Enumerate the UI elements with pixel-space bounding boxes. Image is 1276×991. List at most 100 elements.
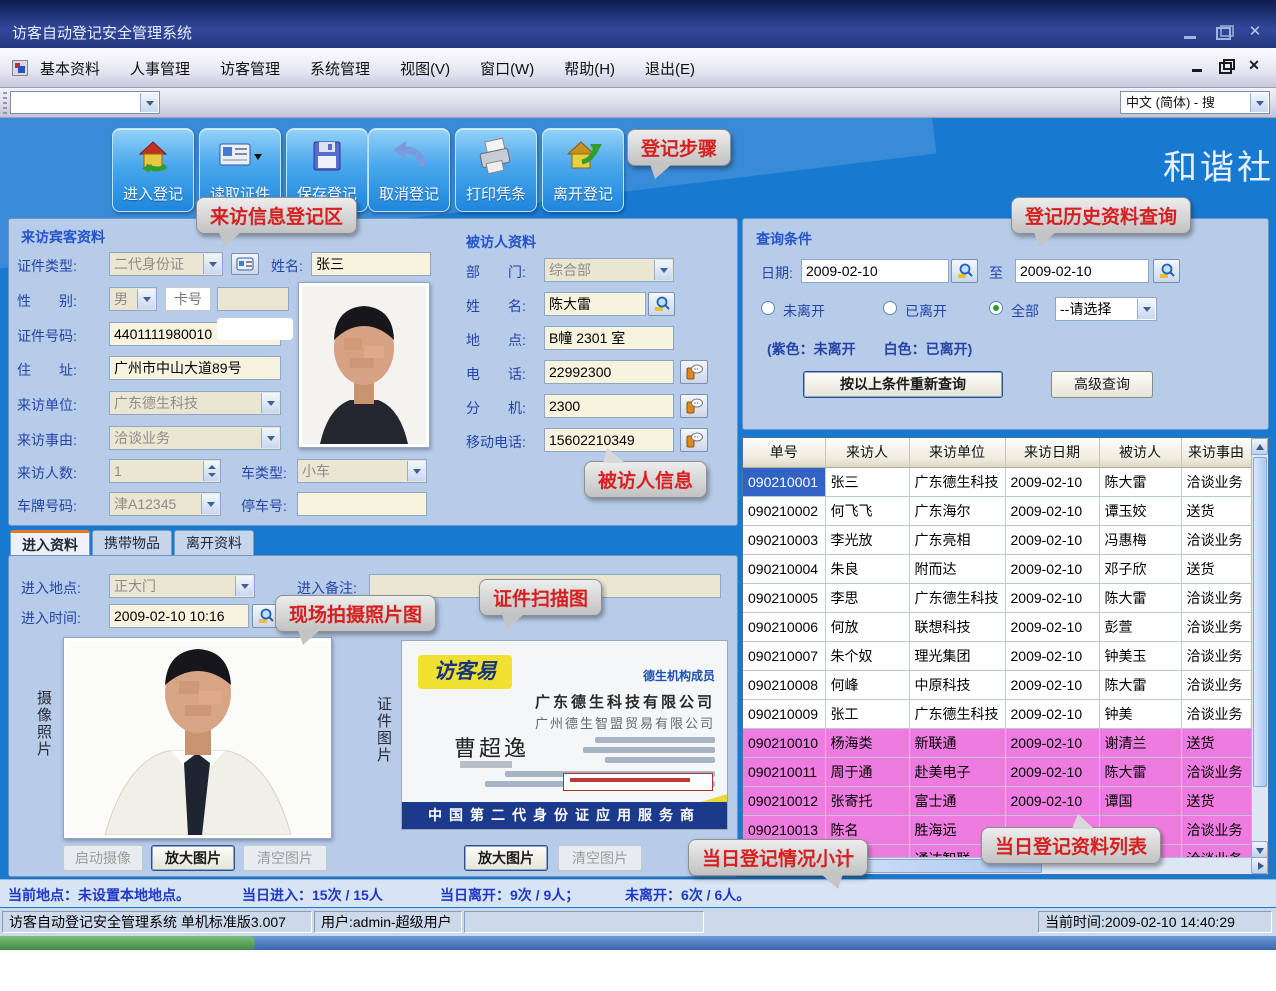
language-bar[interactable]: 中文 (简体) - 搜 [1120, 91, 1270, 114]
table-cell[interactable]: 2009-02-10 [1005, 496, 1099, 525]
table-cell[interactable]: 2009-02-10 [1005, 612, 1099, 641]
chevron-down-icon[interactable] [235, 576, 253, 596]
dial-mobile-button[interactable] [680, 428, 708, 452]
table-cell[interactable]: 广东德生科技 [909, 699, 1005, 728]
table-cell[interactable]: 090210011 [743, 757, 825, 786]
dept-combo[interactable]: 综合部 [544, 258, 674, 282]
table-cell[interactable]: 2009-02-10 [1005, 728, 1099, 757]
table-cell[interactable]: 中原科技 [909, 670, 1005, 699]
table-cell[interactable]: 附而达 [909, 554, 1005, 583]
table-cell[interactable]: 送货 [1181, 786, 1251, 815]
spinner-arrows-icon[interactable] [203, 461, 219, 481]
visitor-name-input[interactable]: 张三 [311, 252, 431, 276]
dial-ext-button[interactable] [680, 394, 708, 418]
table-cell[interactable]: 090210007 [743, 641, 825, 670]
window-restore-button[interactable] [1212, 24, 1234, 42]
cancel-register-button[interactable]: 取消登记 [368, 128, 450, 212]
date-from-input[interactable]: 2009-02-10 [801, 259, 949, 283]
column-header[interactable]: 来访人 [825, 438, 909, 467]
table-cell[interactable]: 赴美电子 [909, 757, 1005, 786]
table-cell[interactable]: 新联通 [909, 728, 1005, 757]
location-input[interactable]: B幢 2301 室 [544, 326, 674, 350]
table-cell[interactable]: 何飞飞 [825, 496, 909, 525]
requery-button[interactable]: 按以上条件重新查询 [803, 371, 1003, 398]
table-cell[interactable]: 广东德生科技 [909, 467, 1005, 496]
date-to-picker-button[interactable] [1153, 259, 1180, 283]
person-search-button[interactable] [648, 292, 675, 316]
menu-basic-data[interactable]: 基本资料 [40, 58, 100, 79]
table-row[interactable]: 090210004朱良附而达2009-02-10邓子欣送货 [743, 554, 1251, 583]
chevron-down-icon[interactable] [261, 393, 279, 413]
table-cell[interactable]: 送货 [1181, 496, 1251, 525]
leave-register-button[interactable]: 离开登记 [542, 128, 624, 212]
table-cell[interactable]: 2009-02-10 [1005, 757, 1099, 786]
table-cell[interactable]: 周于通 [825, 757, 909, 786]
table-cell[interactable]: 洽谈业务 [1181, 583, 1251, 612]
table-cell[interactable]: 广东亮相 [909, 525, 1005, 554]
column-header[interactable]: 被访人 [1099, 438, 1181, 467]
chevron-down-icon[interactable] [201, 494, 219, 514]
table-cell[interactable]: 2009-02-10 [1005, 670, 1099, 699]
child-minimize-button[interactable] [1190, 58, 1206, 74]
chevron-down-icon[interactable] [1137, 299, 1155, 319]
table-cell[interactable]: 洽谈业务 [1181, 757, 1251, 786]
car-type-combo[interactable]: 小车 [297, 459, 427, 483]
table-row[interactable]: 090210008何峰中原科技2009-02-10陈大雷洽谈业务 [743, 670, 1251, 699]
ext-input[interactable]: 2300 [544, 394, 674, 418]
query-select[interactable]: --请选择 [1055, 297, 1157, 321]
table-cell[interactable]: 2009-02-10 [1005, 554, 1099, 583]
unit-combo[interactable]: 广东德生科技 [109, 391, 281, 415]
address-input[interactable]: 广州市中山大道89号 [109, 356, 281, 380]
table-row[interactable]: 090210001张三广东德生科技2009-02-10陈大雷洽谈业务 [743, 467, 1251, 496]
chevron-down-icon[interactable] [137, 289, 155, 309]
tab-enter-info[interactable]: 进入资料 [10, 530, 90, 555]
table-cell[interactable]: 2009-02-10 [1005, 583, 1099, 612]
tab-carried-items[interactable]: 携带物品 [92, 530, 172, 555]
table-cell[interactable]: 洽谈业务 [1181, 699, 1251, 728]
column-header[interactable]: 来访单位 [909, 438, 1005, 467]
clear-card-button[interactable]: 清空图片 [558, 845, 642, 871]
table-cell[interactable]: 洽谈业务 [1181, 641, 1251, 670]
zoom-photo-button[interactable]: 放大图片 [151, 845, 235, 871]
advanced-query-button[interactable]: 高级查询 [1051, 371, 1153, 398]
menu-help[interactable]: 帮助(H) [564, 58, 615, 79]
table-row[interactable]: 090210012张寄托富士通2009-02-10谭国送货 [743, 786, 1251, 815]
table-row[interactable]: 090210009张工广东德生科技2009-02-10钟美洽谈业务 [743, 699, 1251, 728]
table-cell[interactable]: 联想科技 [909, 612, 1005, 641]
phone-input[interactable]: 22992300 [544, 360, 674, 384]
table-cell[interactable]: 090210006 [743, 612, 825, 641]
table-cell[interactable]: 理光集团 [909, 641, 1005, 670]
window-minimize-button[interactable] [1180, 24, 1202, 42]
clear-photo-button[interactable]: 清空图片 [243, 845, 327, 871]
table-cell[interactable]: 090210009 [743, 699, 825, 728]
cert-type-combo[interactable]: 二代身份证 [109, 252, 223, 276]
radio-not-left[interactable] [761, 301, 775, 315]
chevron-down-icon[interactable] [203, 254, 221, 274]
table-row[interactable]: 090210010杨海类新联通2009-02-10谢清兰送货 [743, 728, 1251, 757]
menu-exit[interactable]: 退出(E) [645, 58, 695, 79]
scroll-right-icon[interactable] [1251, 857, 1268, 874]
chevron-down-icon[interactable] [654, 260, 672, 280]
table-cell[interactable]: 何放 [825, 612, 909, 641]
table-cell[interactable]: 陈大雷 [1099, 670, 1181, 699]
table-cell[interactable]: 送货 [1181, 728, 1251, 757]
table-cell[interactable]: 谭国 [1099, 786, 1181, 815]
card-no-input[interactable] [217, 287, 289, 311]
table-cell[interactable]: 洽谈业务 [1181, 612, 1251, 641]
vertical-scroll-thumb[interactable] [1253, 457, 1267, 787]
table-cell[interactable]: 冯惠梅 [1099, 525, 1181, 554]
table-cell[interactable]: 广东德生科技 [909, 583, 1005, 612]
table-cell[interactable]: 谭玉姣 [1099, 496, 1181, 525]
table-row[interactable]: 090210002何飞飞广东海尔2009-02-10谭玉姣送货 [743, 496, 1251, 525]
scroll-up-icon[interactable] [1251, 438, 1268, 455]
toolband-combo[interactable] [10, 91, 160, 114]
table-cell[interactable]: 2009-02-10 [1005, 641, 1099, 670]
menu-system-management[interactable]: 系统管理 [310, 58, 370, 79]
chevron-down-icon[interactable] [261, 428, 279, 448]
print-ticket-button[interactable]: 打印凭条 [455, 128, 537, 212]
start-camera-button[interactable]: 启动摄像 [63, 845, 143, 871]
table-cell[interactable]: 090210010 [743, 728, 825, 757]
table-cell[interactable]: 张工 [825, 699, 909, 728]
table-cell[interactable]: 090210008 [743, 670, 825, 699]
scroll-down-icon[interactable] [1251, 841, 1268, 858]
